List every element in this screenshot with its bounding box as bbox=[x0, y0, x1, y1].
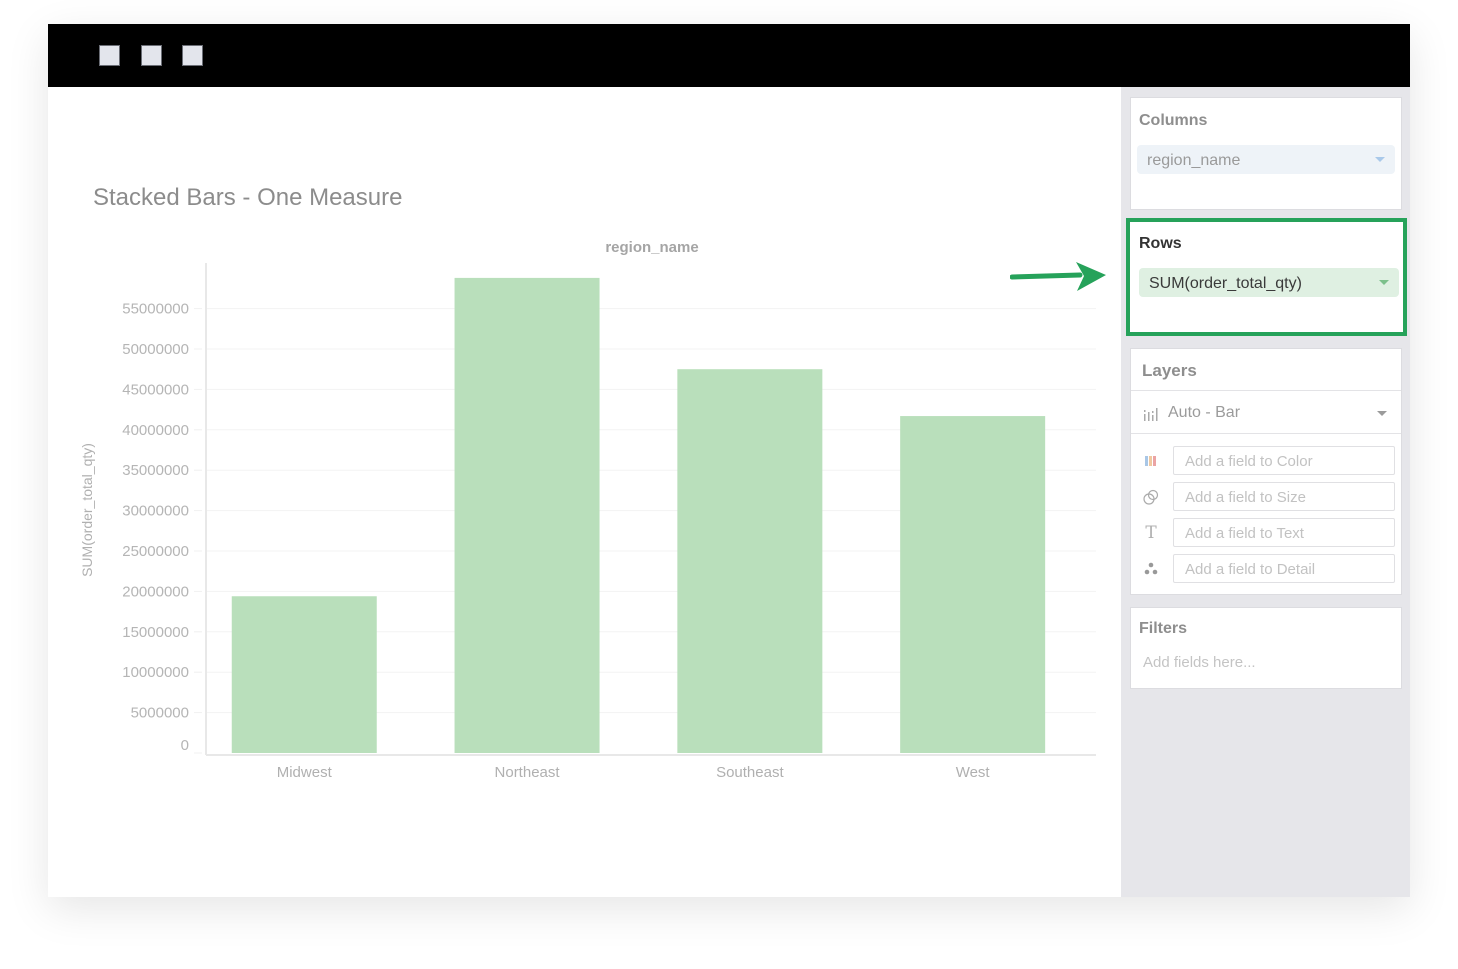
y-tick-label: 25000000 bbox=[122, 543, 189, 560]
layers-title: Layers bbox=[1142, 361, 1197, 380]
y-axis-title: SUM(order_total_qty) bbox=[79, 443, 95, 577]
rows-field-label: SUM(order_total_qty) bbox=[1149, 275, 1302, 292]
x-tick-label: Southeast bbox=[716, 764, 784, 781]
y-tick-label: 30000000 bbox=[122, 503, 189, 520]
size-icon bbox=[1143, 489, 1159, 505]
chevron-down-icon[interactable] bbox=[1377, 411, 1387, 416]
filters-drop-zone[interactable]: Add fields here... bbox=[1143, 654, 1256, 671]
y-tick-label: 35000000 bbox=[122, 462, 189, 479]
y-tick-label: 5000000 bbox=[131, 705, 189, 722]
rows-panel: Rows SUM(order_total_qty) bbox=[1126, 218, 1407, 336]
window-control-2[interactable] bbox=[141, 45, 162, 66]
y-tick-label: 40000000 bbox=[122, 422, 189, 439]
chart-area: Stacked Bars - One Measure 0 5000000 10000… bbox=[48, 87, 1121, 897]
bar-midwest bbox=[231, 596, 377, 753]
encoding-color: Add a field to Color bbox=[1131, 446, 1401, 476]
detail-icon bbox=[1143, 561, 1159, 577]
layers-panel: Layers Auto - Bar Add a field to Color A… bbox=[1130, 348, 1402, 595]
filters-title: Filters bbox=[1139, 620, 1188, 637]
encoding-detail: Add a field to Detail bbox=[1131, 554, 1401, 584]
y-tick-label: 45000000 bbox=[122, 381, 189, 398]
y-tick-label: 50000000 bbox=[122, 341, 189, 358]
rows-title: Rows bbox=[1139, 235, 1182, 252]
window-control-3[interactable] bbox=[182, 45, 203, 66]
y-tick-label: 55000000 bbox=[122, 301, 189, 318]
filters-panel: Filters Add fields here... bbox=[1130, 607, 1402, 689]
x-tick-label: Midwest bbox=[277, 764, 333, 781]
bar-chart: 0 5000000 10000000 15000000 20000000 25000000… bbox=[79, 239, 1096, 781]
y-tick-label: 10000000 bbox=[122, 664, 189, 681]
sidebar: Columns region_name Rows SUM(order_total… bbox=[1121, 87, 1410, 897]
columns-panel: Columns region_name bbox=[1130, 97, 1402, 210]
encoding-size: Add a field to Size bbox=[1131, 482, 1401, 512]
chevron-down-icon[interactable] bbox=[1375, 157, 1385, 162]
rows-field-pill[interactable]: SUM(order_total_qty) bbox=[1139, 268, 1399, 297]
column-header-label: region_name bbox=[605, 239, 698, 256]
y-tick-label: 15000000 bbox=[122, 624, 189, 641]
columns-field-label: region_name bbox=[1147, 152, 1241, 169]
window-control-1[interactable] bbox=[99, 45, 120, 66]
text-icon: T bbox=[1145, 523, 1157, 543]
color-palette-icon bbox=[1143, 453, 1159, 469]
encoding-text: T Add a field to Text bbox=[1131, 518, 1401, 548]
detail-field-input[interactable]: Add a field to Detail bbox=[1173, 554, 1395, 583]
y-tick-label: 20000000 bbox=[122, 583, 189, 600]
columns-field-pill[interactable]: region_name bbox=[1137, 145, 1395, 174]
x-tick-label: West bbox=[956, 764, 991, 781]
app-window: Stacked Bars - One Measure 0 5000000 10000… bbox=[48, 24, 1410, 897]
x-tick-label: Northeast bbox=[495, 764, 561, 781]
color-field-input[interactable]: Add a field to Color bbox=[1173, 446, 1395, 475]
bar-northeast bbox=[454, 277, 600, 753]
bar-southeast bbox=[677, 369, 823, 753]
size-field-input[interactable]: Add a field to Size bbox=[1173, 482, 1395, 511]
pointer-arrow-icon bbox=[1010, 262, 1106, 291]
layer-type-label: Auto - Bar bbox=[1168, 404, 1241, 421]
bar-chart-icon bbox=[1144, 408, 1158, 421]
columns-title: Columns bbox=[1139, 112, 1208, 129]
y-tick-label: 0 bbox=[181, 737, 189, 754]
text-field-input[interactable]: Add a field to Text bbox=[1173, 518, 1395, 547]
encodings-section: Add a field to Color Add a field to Size… bbox=[1131, 433, 1401, 595]
bar-west bbox=[900, 416, 1046, 753]
chevron-down-icon[interactable] bbox=[1379, 280, 1389, 285]
layer-type-select[interactable]: Auto - Bar bbox=[1131, 390, 1401, 433]
title-bar bbox=[48, 24, 1410, 87]
